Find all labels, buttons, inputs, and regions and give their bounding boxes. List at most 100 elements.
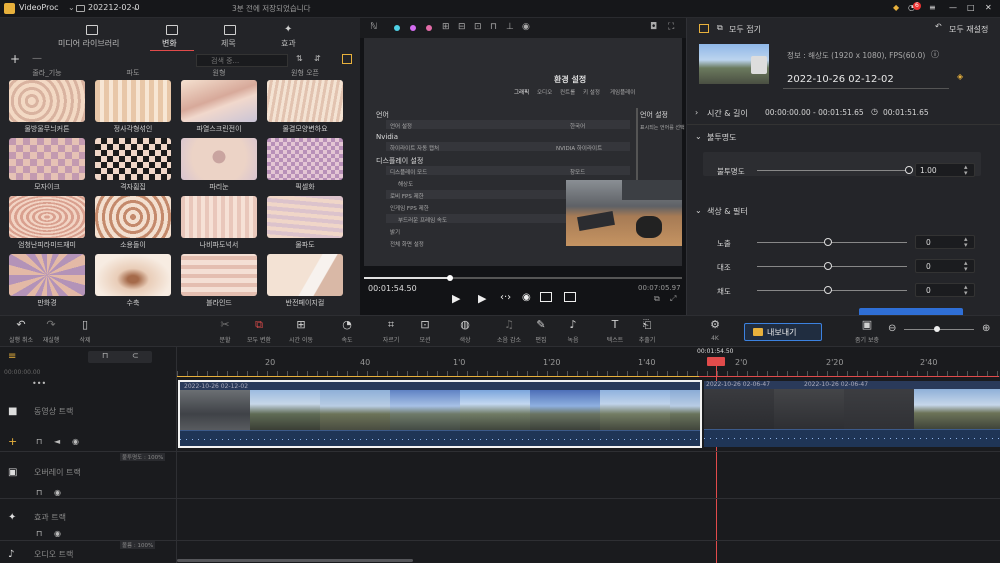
playhead-handle[interactable] — [707, 357, 725, 366]
zoom-slider-knob[interactable] — [934, 326, 940, 332]
motion-button[interactable]: ⊡ 모션 — [406, 319, 444, 345]
opacity-slider-track[interactable] — [757, 170, 907, 171]
add-icon[interactable]: + — [10, 52, 20, 66]
sort-alpha-icon[interactable]: ⇵ — [314, 54, 321, 63]
exposure-stepper[interactable]: 0 ▴ ▾ — [915, 235, 975, 249]
tab-media-library[interactable]: 미디어 라이브러리 — [48, 24, 138, 50]
ruler-icon[interactable]: ℕ — [370, 22, 377, 32]
snapshot-icon[interactable] — [540, 292, 552, 302]
export-button[interactable]: 내보내기 — [744, 323, 822, 341]
panel-toggle-icon[interactable] — [699, 24, 709, 33]
all-transitions-button[interactable]: ⧉ 모두 변환 — [240, 319, 278, 345]
redo-button[interactable]: ↷ 재실행 — [32, 319, 70, 345]
saturation-slider-knob[interactable] — [824, 286, 832, 294]
stepper-arrows-icon[interactable]: ▴ ▾ — [964, 236, 968, 249]
contrast-slider-knob[interactable] — [824, 262, 832, 270]
transition-thumb[interactable] — [181, 138, 257, 180]
tab-effects[interactable]: ✦ 효과 — [272, 24, 308, 50]
zoom-out-icon[interactable]: ⊖ — [888, 323, 896, 334]
lock-icon[interactable]: ⊓ — [36, 437, 42, 446]
tab-transitions[interactable]: 변화 — [150, 24, 194, 52]
effect-track-label[interactable]: 효과 트랙 — [34, 512, 66, 523]
fullscreen-icon[interactable]: ⛶ — [668, 22, 674, 32]
fold-all-icon[interactable]: ⧉ — [717, 23, 723, 33]
gift-icon[interactable]: ◆ — [893, 3, 899, 12]
reset-all-button[interactable]: 모두 재설정 — [949, 24, 988, 35]
minus-icon[interactable]: — — [32, 53, 42, 64]
transition-thumb[interactable] — [95, 196, 171, 238]
video-clip[interactable]: 2022-10-26 02-12-02 — [178, 380, 702, 448]
time-move-button[interactable]: ⊞ 시간 이동 — [282, 319, 320, 345]
reset-icon[interactable]: ↶ — [935, 22, 942, 31]
video-clip[interactable]: 2022-10-26 02-06-47 2022-10-26 02-06-47 — [704, 381, 1000, 447]
fit-zoom-button[interactable]: ▣ 줌기 보충 — [848, 319, 886, 345]
audio-track-label[interactable]: 오디오 트랙 — [34, 549, 73, 560]
delete-button[interactable]: ▯ 삭제 — [66, 319, 104, 345]
opacity-slider-knob[interactable] — [905, 166, 913, 174]
color-dot-icon[interactable] — [410, 25, 416, 31]
chevron-down-icon[interactable]: ⌄ — [68, 3, 75, 12]
4k-button[interactable]: ⚙ 4K — [696, 319, 734, 343]
expand-icon[interactable]: ⤢ — [670, 294, 676, 304]
transition-thumb[interactable] — [267, 138, 343, 180]
app-name[interactable]: VideoProc — [19, 3, 59, 12]
video-frame[interactable]: 환경 설정 그래픽 오디오 컨트롤 키 설정 게임플레이 언어 언어 설정 한국… — [364, 38, 685, 266]
minimize-icon[interactable]: — — [949, 3, 957, 12]
stepper-arrows-icon[interactable]: ▴ ▾ — [964, 284, 968, 297]
add-track-icon[interactable]: ≡ — [8, 351, 16, 362]
contrast-stepper[interactable]: 0 ▴ ▾ — [915, 259, 975, 273]
stop-play-icon[interactable]: ▶ — [452, 292, 460, 305]
color-section-title[interactable]: 색상 & 필터 — [707, 206, 748, 217]
lock-icon[interactable]: ⊓ — [36, 488, 42, 497]
split-button[interactable]: ✂ 분할 — [206, 319, 244, 345]
close-icon[interactable]: ✕ — [985, 3, 992, 12]
visibility-icon[interactable]: ◉ — [522, 292, 531, 303]
play-icon[interactable]: ▶ — [478, 292, 486, 305]
video-track-label[interactable]: 동영상 트랙 — [34, 406, 73, 417]
menu-icon[interactable]: ≡ — [929, 3, 936, 12]
eye-icon[interactable]: ◉ — [72, 437, 79, 446]
panel-toggle-icon[interactable] — [342, 54, 352, 64]
chevron-down-icon[interactable]: ⌄ — [695, 132, 702, 141]
color-dot-icon[interactable] — [394, 25, 400, 31]
eye-icon[interactable]: ◉ — [54, 488, 61, 497]
color-dot-icon[interactable] — [426, 25, 432, 31]
add-icon[interactable]: + — [8, 435, 17, 448]
crop-button[interactable]: ⌗ 자르기 — [372, 319, 410, 345]
transition-thumb[interactable] — [9, 80, 85, 122]
stamp-icon[interactable]: ⊥ — [506, 22, 514, 32]
align-icon[interactable]: ⊡ — [474, 22, 482, 32]
transition-thumb[interactable] — [9, 138, 85, 180]
sort-icon[interactable]: ⇅ — [296, 54, 303, 63]
stepper-arrows-icon[interactable]: ▴ ▾ — [964, 164, 968, 177]
camera-icon[interactable]: ◘ — [650, 22, 657, 32]
speaker-icon[interactable]: ◄ — [54, 437, 60, 446]
speed-button[interactable]: ◔ 속도 — [328, 319, 366, 345]
stepper-arrows-icon[interactable]: ▴ ▾ — [964, 260, 968, 273]
align-icon[interactable]: ⊟ — [458, 22, 466, 32]
overlay-track-label[interactable]: 오버레이 트랙 — [34, 467, 81, 478]
timeline-scrollbar[interactable] — [177, 559, 413, 562]
clip-name[interactable]: 2022-10-26 02-12-02 — [787, 74, 894, 85]
lock-icon[interactable]: ⊓ — [36, 529, 42, 538]
magnet-icon[interactable]: ⊂ — [132, 351, 139, 360]
transition-thumb[interactable] — [95, 138, 171, 180]
lock-icon[interactable]: ⊓ — [102, 351, 108, 360]
more-icon[interactable]: ••• — [32, 379, 46, 388]
chevron-down-icon[interactable]: ⌄ — [695, 206, 702, 215]
info-icon[interactable]: ⓘ — [931, 49, 939, 60]
exposure-slider-knob[interactable] — [824, 238, 832, 246]
transition-thumb[interactable] — [267, 196, 343, 238]
maximize-icon[interactable]: □ — [967, 3, 975, 12]
search-input[interactable] — [196, 54, 288, 67]
opacity-stepper[interactable]: 1.00 ▴ ▾ — [915, 163, 975, 177]
zoom-in-icon[interactable]: ⊕ — [982, 323, 990, 334]
filter-button[interactable] — [859, 308, 963, 315]
extract-button[interactable]: ⎗ 추출기 — [628, 319, 666, 345]
visibility-icon[interactable]: ◉ — [522, 22, 530, 32]
saturation-stepper[interactable]: 0 ▴ ▾ — [915, 283, 975, 297]
export-frame-icon[interactable] — [564, 292, 576, 302]
chevron-down-icon[interactable]: ⌄ — [132, 3, 139, 12]
transition-thumb[interactable] — [267, 80, 343, 122]
lock-icon[interactable]: ⊓ — [490, 22, 497, 32]
